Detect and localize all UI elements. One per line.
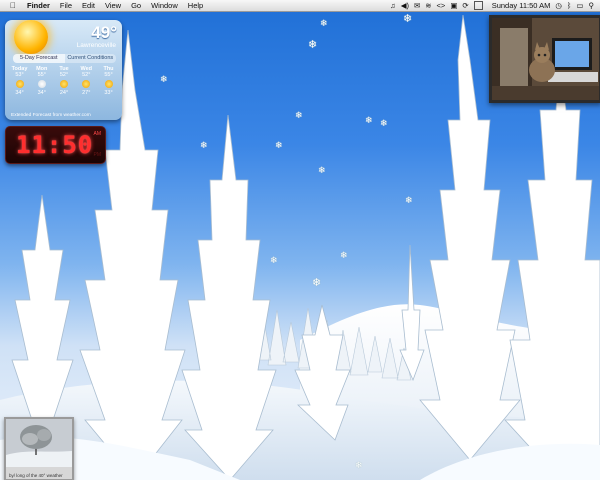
snowflake-icon: ❄: [160, 74, 168, 84]
partly-cloudy-icon: [37, 80, 46, 88]
weather-footer-link[interactable]: Extended Forecast from weather.com: [11, 113, 91, 118]
webcam-image: [492, 18, 599, 100]
tab-current-conditions[interactable]: Current Conditions: [64, 54, 116, 63]
clock-widget[interactable]: 11:50 AM PM: [5, 126, 106, 164]
day-low: 34°: [15, 90, 24, 96]
day-high: 55°: [104, 72, 113, 78]
tab-5-day-forecast[interactable]: 5-Day Forecast: [13, 54, 65, 63]
sync-icon[interactable]: ⟳: [462, 0, 468, 11]
sun-icon: [82, 80, 91, 88]
snowflake-icon: ❄: [405, 195, 413, 205]
day-high: 53°: [15, 72, 24, 78]
menu-go[interactable]: Go: [131, 0, 141, 11]
snowflake-icon: ❄: [295, 110, 303, 120]
current-temperature: 49°: [91, 23, 117, 42]
snowflake-icon: ❄: [275, 140, 283, 150]
clock-time: 11:50: [16, 131, 94, 159]
forecast-days: Today 53° 34° Mon 55° 34° Tue 52° 24° We…: [9, 66, 119, 96]
menu-window[interactable]: Window: [151, 0, 178, 11]
snowflake-icon: ❄: [320, 18, 328, 28]
snowflake-icon: ❄: [355, 460, 363, 470]
menu-bar:  Finder File Edit View Go Window Help ♫…: [0, 0, 600, 12]
menu-help[interactable]: Help: [188, 0, 203, 11]
snowflake-icon: ❄: [403, 13, 413, 25]
city-name: Lawrenceville: [76, 42, 116, 49]
day-low: 27°: [82, 90, 91, 96]
menu-clock[interactable]: Sunday 11:50 AM: [492, 0, 551, 11]
menu-extras: ♫ ◀) ✉ ≋ <> ▣ ⟳ Sunday 11:50 AM ◷ ᛒ ▭ ⚲: [390, 0, 594, 11]
snowflake-icon: ❄: [380, 118, 388, 128]
am-indicator: AM: [93, 131, 102, 137]
volume-icon[interactable]: ◀): [401, 0, 409, 11]
day-high: 52°: [59, 72, 69, 78]
day-high: 52°: [82, 72, 91, 78]
music-note-icon[interactable]: ♫: [390, 0, 396, 11]
forecast-day: Mon 55° 34°: [31, 66, 52, 96]
snowflake-icon: ❄: [365, 115, 373, 125]
photo-image: [6, 419, 72, 467]
apple-icon[interactable]: : [8, 0, 18, 11]
snowflake-icon: ❄: [312, 277, 322, 289]
wifi-icon[interactable]: ≋: [425, 0, 431, 11]
snowflake-icon: ❄: [318, 165, 326, 175]
menu-view[interactable]: View: [105, 0, 121, 11]
code-icon[interactable]: <>: [437, 0, 446, 11]
photo-caption: by/ long of the 40° weather: [9, 473, 63, 478]
forecast-day: Thu 55° 33°: [98, 66, 119, 96]
battery-icon[interactable]: ▭: [576, 0, 583, 11]
desktop: ❄ ❄ ❄ ❄ ❄ ❄ ❄ ❄ ❄ ❄ ❄ ❄ ❄ ❄ ❄ ❄  Finder…: [0, 0, 600, 480]
calendar-icon[interactable]: [473, 1, 483, 10]
day-low: 33°: [104, 90, 113, 96]
forecast-day: Today 53° 34°: [9, 66, 30, 96]
mail-icon[interactable]: ✉: [414, 0, 420, 11]
spotlight-icon[interactable]: ⚲: [589, 0, 595, 11]
weather-widget[interactable]: 49° Lawrenceville 5-Day Forecast Current…: [5, 20, 122, 120]
sun-icon: [104, 80, 113, 88]
pm-indicator: PM: [93, 152, 102, 158]
sun-icon: [14, 20, 48, 54]
weather-tabs: 5-Day Forecast Current Conditions: [13, 54, 116, 63]
snowflake-icon: ❄: [200, 140, 208, 150]
day-high: 55°: [37, 72, 46, 78]
menu-file[interactable]: File: [60, 0, 72, 11]
day-low: 34°: [37, 90, 46, 96]
photo-widget[interactable]: by/ long of the 40° weather: [4, 417, 74, 480]
snowflake-icon: ❄: [340, 250, 348, 260]
menu-edit[interactable]: Edit: [82, 0, 95, 11]
day-low: 24°: [59, 90, 69, 96]
time-machine-icon[interactable]: ◷: [555, 0, 562, 11]
forecast-day: Wed 52° 27°: [76, 66, 97, 96]
bluetooth-icon[interactable]: ᛒ: [567, 0, 572, 11]
webcam-widget[interactable]: [489, 15, 600, 103]
sun-icon: [15, 80, 24, 88]
sun-icon: [60, 80, 68, 88]
snowflake-icon: ❄: [270, 255, 278, 265]
snowflake-icon: ❄: [308, 39, 318, 51]
lock-icon[interactable]: ▣: [450, 0, 457, 11]
menu-app-name[interactable]: Finder: [27, 0, 50, 11]
forecast-day: Tue 52° 24°: [54, 66, 75, 96]
